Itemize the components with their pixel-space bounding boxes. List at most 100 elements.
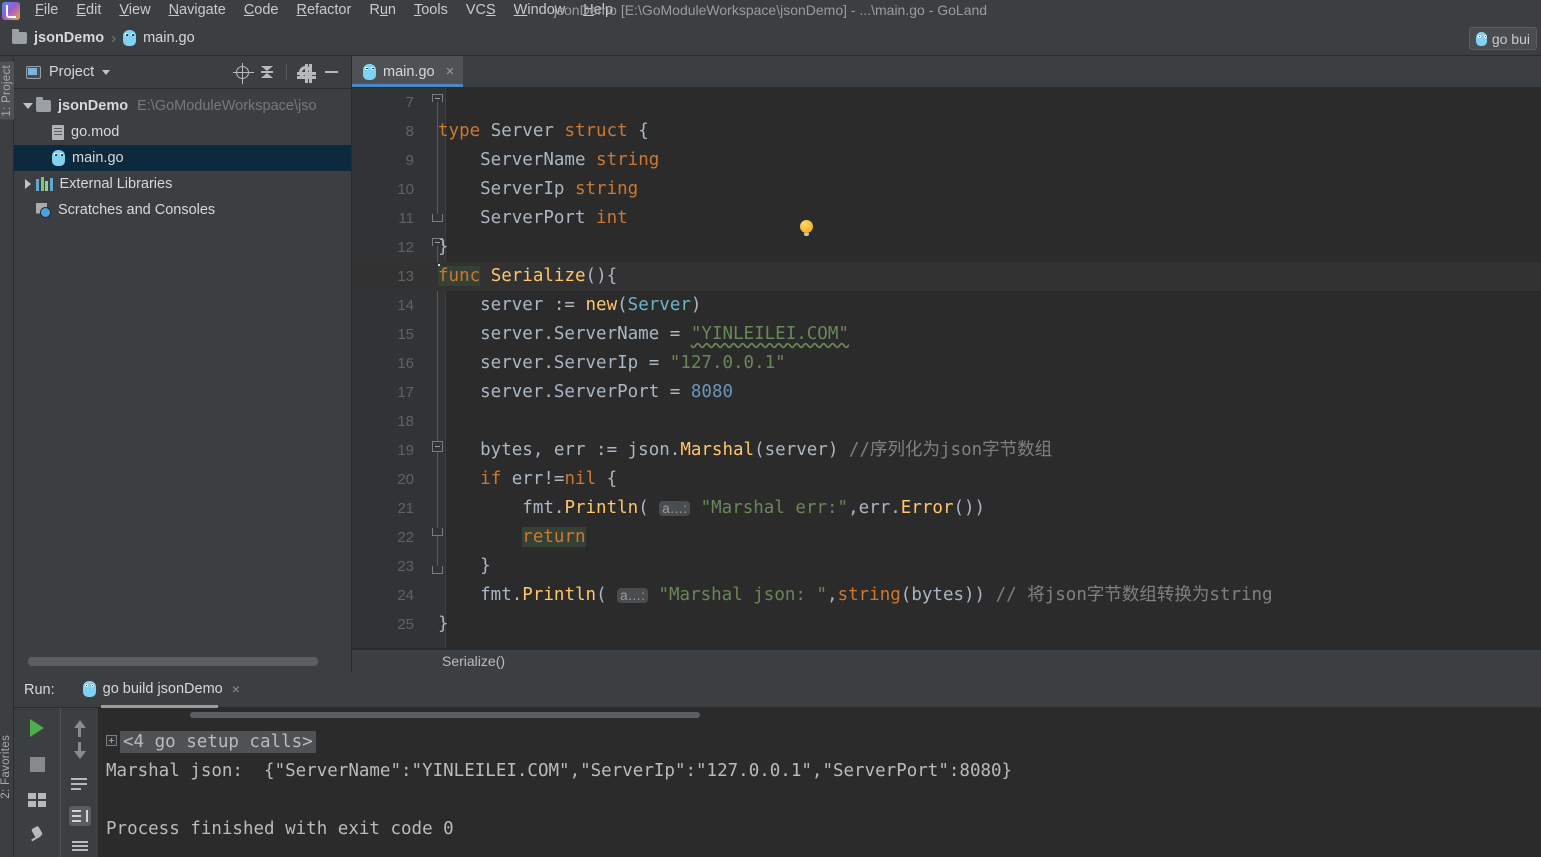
prev-occurrence-button[interactable] xyxy=(68,714,92,738)
code-line-17[interactable]: 17 server.ServerPort = 8080 xyxy=(352,378,1541,407)
menu-item-edit[interactable]: Edit xyxy=(67,0,110,21)
line-number: 13 xyxy=(397,268,414,285)
code-line-25[interactable]: 25} xyxy=(352,610,1541,639)
code-line-11[interactable]: 11 ServerPort int xyxy=(352,204,1541,233)
editor-tab-main-go[interactable]: main.go × xyxy=(352,56,464,87)
project-panel-title: Project xyxy=(49,64,95,80)
code-line-23[interactable]: 23 } xyxy=(352,552,1541,581)
console-hscrollbar-thumb[interactable] xyxy=(190,712,700,718)
chevron-down-icon[interactable] xyxy=(102,69,111,75)
menu-item-help[interactable]: Help xyxy=(574,0,622,21)
code-token: 8080 xyxy=(690,382,734,402)
soft-wrap-icon xyxy=(70,778,89,792)
menu-item-window[interactable]: Window xyxy=(505,0,575,21)
code-token: ServerIp xyxy=(438,179,575,199)
code-viewport[interactable]: 7 8 type Server struct {9 ServerName strin… xyxy=(352,88,1541,648)
print-icon xyxy=(71,840,88,853)
code-line-13[interactable]: 13 func Serialize(){ xyxy=(352,262,1541,291)
code-line-14[interactable]: 14 server := new(Server) xyxy=(352,291,1541,320)
code-line-9[interactable]: 9 ServerName string xyxy=(352,146,1541,175)
stop-button[interactable] xyxy=(25,752,49,776)
tree-node-main-go[interactable]: main.go xyxy=(14,145,351,171)
code-line-16[interactable]: 16 server.ServerIp = "127.0.0.1" xyxy=(352,349,1541,378)
tree-node-label: jsonDemo xyxy=(58,98,129,114)
code-token: ,err. xyxy=(848,498,901,518)
code-line-10[interactable]: 10 ServerIp string xyxy=(352,175,1541,204)
stripe-button-project[interactable]: 1: Project xyxy=(0,62,14,120)
menu-item-vcs[interactable]: VCS xyxy=(457,0,505,21)
expand-fold-icon[interactable] xyxy=(106,735,117,746)
rerun-button[interactable] xyxy=(25,716,49,740)
code-line-24[interactable]: 24 fmt.Println( a…: "Marshal json: ",str… xyxy=(352,581,1541,610)
editor-breadcrumb-item[interactable]: Serialize() xyxy=(442,653,505,669)
menu-item-refactor[interactable]: Refactor xyxy=(288,0,361,21)
close-icon[interactable]: × xyxy=(446,64,455,79)
code-line-12[interactable]: 12} xyxy=(352,233,1541,262)
code-line-8[interactable]: 8 type Server struct { xyxy=(352,117,1541,146)
menu-item-run[interactable]: Run xyxy=(360,0,405,21)
scroll-to-end-button[interactable] xyxy=(68,806,92,827)
code-line-7[interactable]: 7 xyxy=(352,88,1541,117)
goland-window: File Edit View Navigate Code Refactor Run Tools… xyxy=(0,0,1541,857)
code-line-22[interactable]: 22 return xyxy=(352,523,1541,552)
soft-wrap-button[interactable] xyxy=(68,775,92,796)
stripe-button-favorites[interactable]: 2: Favorites xyxy=(0,735,12,799)
code-token: fmt. xyxy=(438,585,523,605)
code-text: server := new(Server) xyxy=(438,291,701,320)
hide-panel-button[interactable] xyxy=(319,60,343,84)
run-tab-go-build[interactable]: go build jsonDemo × xyxy=(82,680,240,708)
layout-button[interactable] xyxy=(25,788,49,812)
code-token: ()) xyxy=(953,498,986,518)
code-token: (server) xyxy=(754,440,849,460)
code-token: err!= xyxy=(501,469,565,489)
line-number: 8 xyxy=(405,123,414,140)
code-line-15[interactable]: 15 server.ServerName = "YINLEILEI.COM" xyxy=(352,320,1541,349)
menu-bar: File Edit View Navigate Code Refactor Run Tools… xyxy=(0,0,1541,21)
code-token: func xyxy=(438,266,481,286)
locate-button[interactable] xyxy=(230,60,254,84)
tree-node-jsondemo[interactable]: jsonDemo E:\GoModuleWorkspace\jso xyxy=(14,93,351,119)
tree-node-go-mod[interactable]: go.mod xyxy=(14,119,351,145)
menu-item-file[interactable]: File xyxy=(26,0,67,21)
code-line-20[interactable]: 20 if err!=nil { xyxy=(352,465,1541,494)
menu-item-view[interactable]: View xyxy=(110,0,159,21)
code-token: (bytes)) xyxy=(900,585,996,605)
code-line-19[interactable]: 19 bytes, err := json.Marshal(server) //… xyxy=(352,436,1541,465)
breadcrumb-item-project[interactable]: jsonDemo xyxy=(34,30,104,46)
line-number: 14 xyxy=(397,297,414,314)
code-line-21[interactable]: 21 fmt.Println( a…: "Marshal err:",err.E… xyxy=(352,494,1541,523)
menu-item-navigate[interactable]: Navigate xyxy=(160,0,235,21)
code-line-18[interactable]: 18 xyxy=(352,407,1541,436)
code-token: Println xyxy=(522,585,597,605)
project-panel-toolbar xyxy=(230,60,351,84)
editor-area: main.go × 7 8 type Server struct {9 Server… xyxy=(352,56,1541,672)
console-line-3: Process finished with exit code 0 xyxy=(98,815,1541,844)
console-text[interactable]: <4 go setup calls> xyxy=(120,731,316,753)
collapse-all-button[interactable] xyxy=(256,60,280,84)
project-hscrollbar-thumb[interactable] xyxy=(28,657,318,666)
settings-button[interactable] xyxy=(293,60,317,84)
run-configuration-selector[interactable]: go bui xyxy=(1468,27,1537,50)
code-token: { xyxy=(627,121,649,141)
menu-item-code[interactable]: Code xyxy=(235,0,288,21)
library-icon xyxy=(36,177,53,191)
code-line-26[interactable]: 26 xyxy=(352,639,1541,648)
tree-node-scratches-and-consoles[interactable]: Scratches and Consoles xyxy=(14,197,351,223)
code-token: struct xyxy=(564,121,628,141)
collapse-all-icon xyxy=(261,65,275,79)
console-text: Marshal json: {"ServerName":"YINLEILEI.C… xyxy=(106,761,1013,781)
breadcrumb-item-file[interactable]: main.go xyxy=(143,30,195,46)
tree-node-external-libraries[interactable]: External Libraries xyxy=(14,171,351,197)
chevron-right-icon[interactable] xyxy=(20,179,36,189)
go-file-icon xyxy=(1475,31,1487,46)
print-button[interactable] xyxy=(68,836,92,857)
editor-breadcrumb-bar: Serialize() xyxy=(352,649,1541,672)
console-line-2 xyxy=(98,786,1541,815)
close-icon[interactable]: × xyxy=(232,681,240,697)
next-occurrence-button[interactable] xyxy=(68,741,92,766)
console-output[interactable]: <4 go setup calls> Marshal json: {"Server… xyxy=(98,708,1541,857)
menu-item-tools[interactable]: Tools xyxy=(405,0,457,21)
chevron-down-icon[interactable] xyxy=(20,103,36,109)
pin-button[interactable] xyxy=(25,824,49,848)
